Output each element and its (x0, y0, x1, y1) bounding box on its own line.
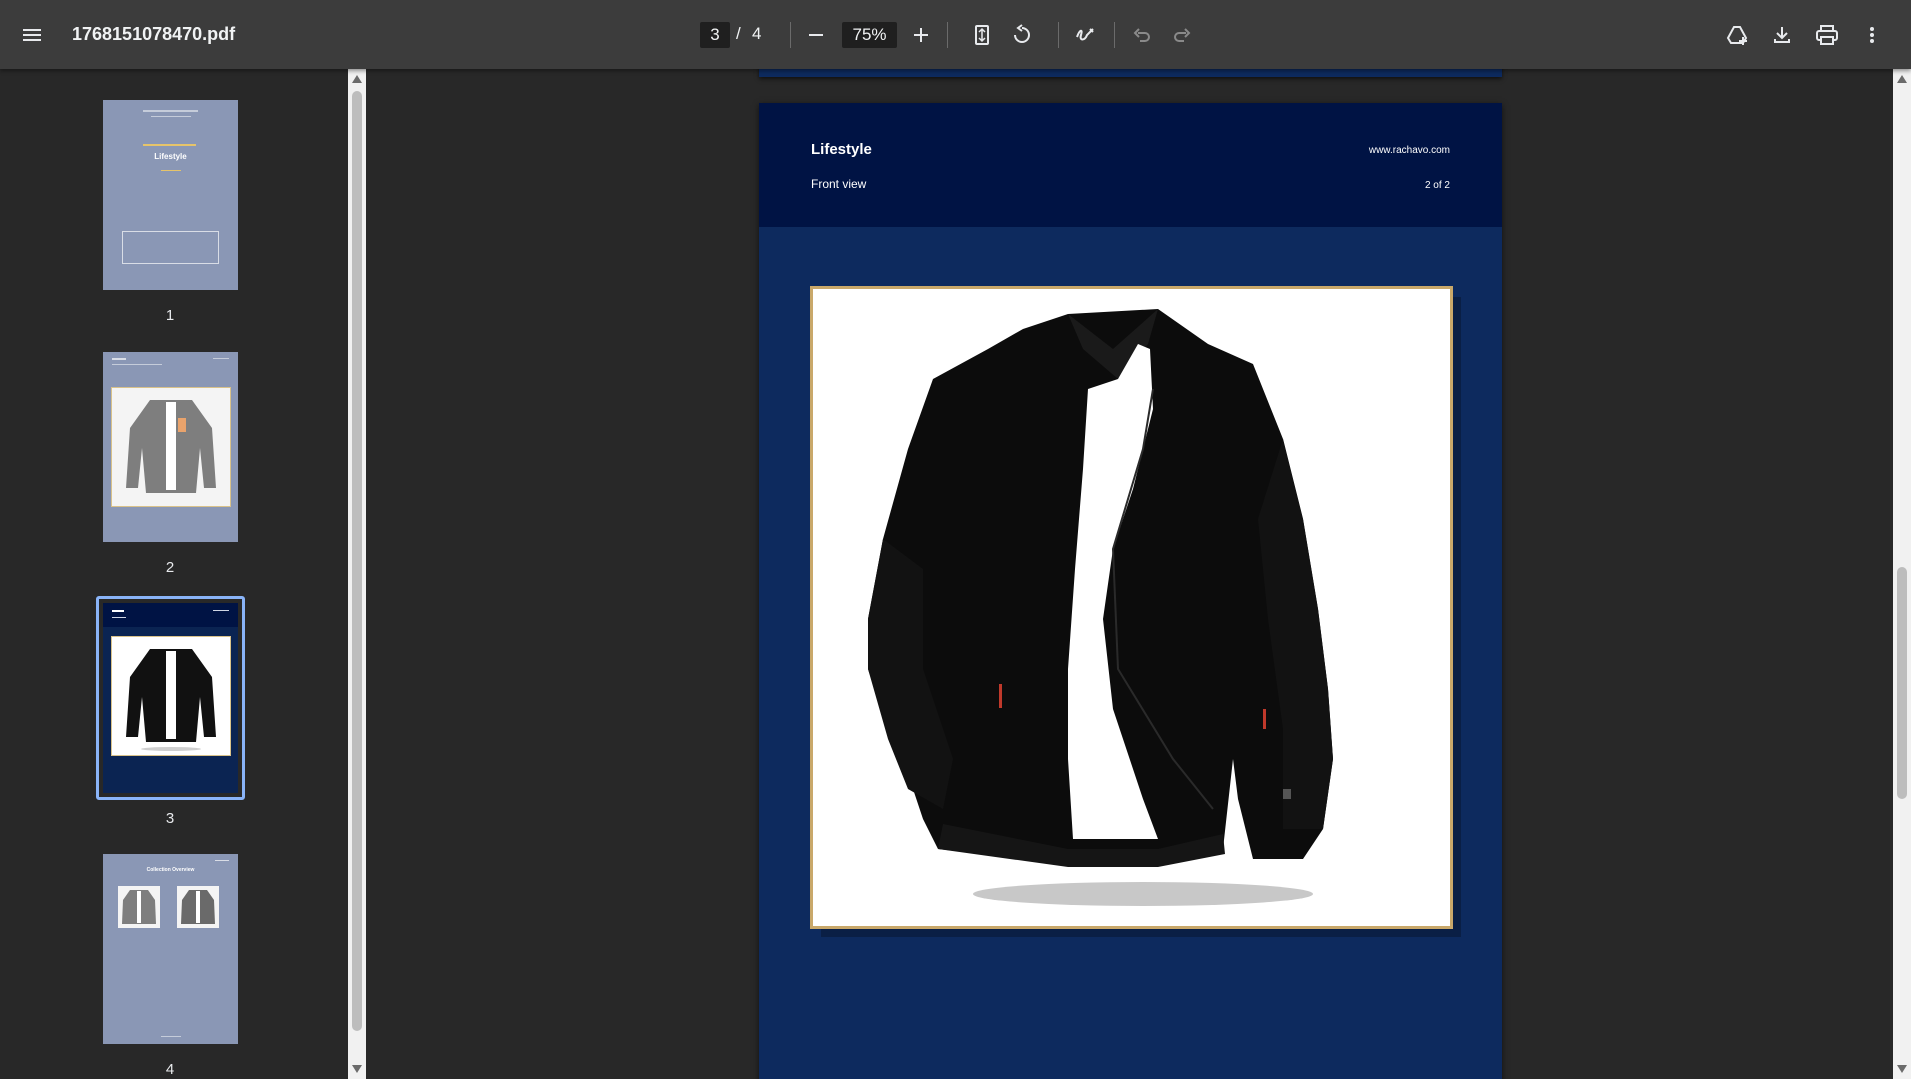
page-subtitle: Front view (811, 177, 867, 191)
page-title: Lifestyle (811, 141, 872, 158)
sidebar-scrollbar[interactable] (348, 69, 366, 1079)
page-number-input[interactable]: 3 (700, 22, 730, 48)
redo-icon (1174, 28, 1191, 42)
download-icon (1774, 27, 1790, 43)
scroll-down-arrow[interactable] (1897, 1065, 1907, 1073)
undo-button[interactable] (1122, 15, 1162, 55)
print-icon (1816, 25, 1838, 45)
fit-page-icon (975, 25, 989, 45)
scrollbar-thumb[interactable] (352, 91, 362, 1031)
page-header: Lifestyle Front view www.rachavo.com 2 o… (759, 103, 1502, 227)
viewer-scrollbar[interactable] (1893, 69, 1911, 1079)
product-image-frame (810, 286, 1453, 929)
undo-icon (1133, 28, 1150, 42)
thumbnail-page-4[interactable]: Collection Overview (103, 854, 238, 1044)
thumbnail-title: Collection Overview (146, 867, 195, 873)
rotate-icon (1014, 24, 1030, 43)
scroll-up-arrow[interactable] (352, 75, 362, 83)
page-total: 4 (752, 24, 762, 43)
zoom-level-input[interactable]: 75% (842, 22, 897, 48)
file-title: 1768151078470.pdf (72, 24, 236, 44)
thumbnail-sidebar: Lifestyle 1 2 3 Collection Overview 4 (0, 69, 348, 1079)
more-vert-icon (1870, 27, 1874, 43)
thumbnail-label: 3 (165, 810, 175, 827)
scroll-up-arrow[interactable] (1897, 75, 1907, 83)
toolbar-divider (947, 22, 948, 48)
thumbnail-page-1[interactable]: Lifestyle (103, 100, 238, 290)
thumbnail-jacket-grey (126, 400, 216, 493)
rotate-button[interactable] (1002, 15, 1042, 55)
scrollbar-thumb[interactable] (1897, 567, 1907, 799)
thumbnail-label: 2 (165, 559, 175, 576)
thumbnail-jacket-black (126, 649, 216, 751)
add-to-drive-button[interactable] (1718, 15, 1758, 55)
thumbnail-label: 4 (165, 1061, 175, 1078)
previous-page-edge (759, 69, 1502, 77)
draw-icon (1076, 28, 1094, 41)
page-counter: 2 of 2 (1424, 180, 1450, 191)
pdf-toolbar: 1768151078470.pdf 3 / 4 75% (0, 0, 1911, 69)
annotate-button[interactable] (1066, 15, 1106, 55)
print-button[interactable] (1807, 15, 1847, 55)
download-button[interactable] (1762, 15, 1802, 55)
zoom-out-button[interactable] (796, 15, 836, 55)
plus-icon (914, 28, 928, 42)
redo-button[interactable] (1162, 15, 1202, 55)
toolbar-divider (1058, 22, 1059, 48)
add-to-drive-icon (1726, 26, 1748, 45)
pdf-page: Lifestyle Front view www.rachavo.com 2 o… (759, 103, 1502, 1079)
menu-icon[interactable] (12, 15, 52, 55)
minus-icon (809, 34, 823, 36)
toolbar-divider (790, 22, 791, 48)
scroll-down-arrow[interactable] (352, 1065, 362, 1073)
page-website: www.rachavo.com (1368, 145, 1450, 156)
black-jacket-photo (813, 289, 1450, 926)
thumbnail-page-3[interactable] (103, 603, 238, 793)
thumbnail-label: 1 (165, 307, 175, 324)
fit-page-button[interactable] (962, 15, 1002, 55)
more-options-button[interactable] (1852, 15, 1892, 55)
thumbnail-title: Lifestyle (154, 152, 187, 161)
page-separator: / (736, 24, 741, 43)
toolbar-divider (1114, 22, 1115, 48)
zoom-in-button[interactable] (901, 15, 941, 55)
document-viewer[interactable]: Lifestyle Front view www.rachavo.com 2 o… (366, 69, 1893, 1079)
thumbnail-page-2[interactable] (103, 352, 238, 542)
